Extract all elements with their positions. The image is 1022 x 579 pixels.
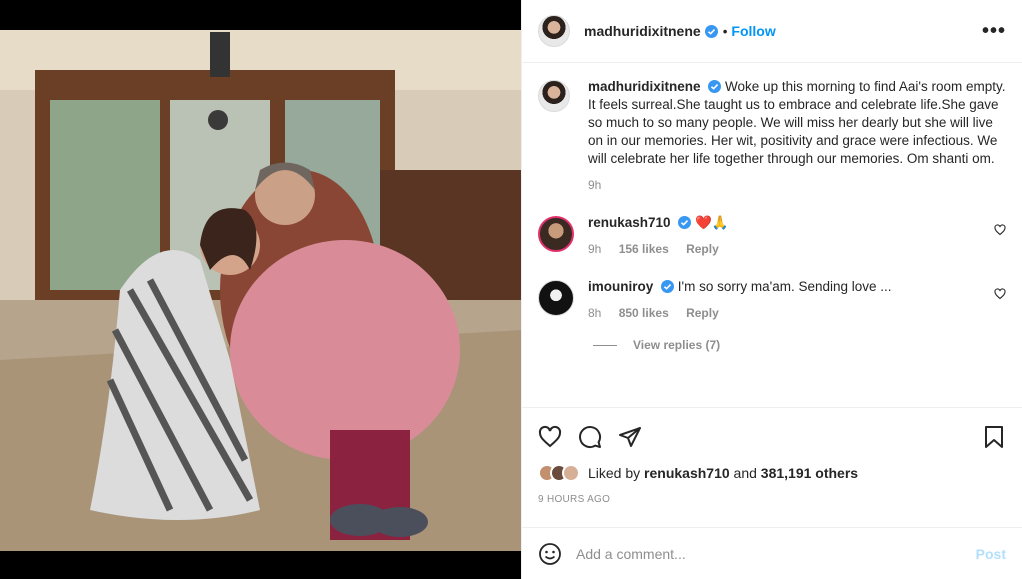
- comment-username[interactable]: renukash710: [588, 215, 671, 230]
- comment-text: I'm so sorry ma'am. Sending love ...: [677, 279, 892, 294]
- comment-input[interactable]: [576, 545, 976, 562]
- comments-section[interactable]: madhuridixitnene Woke up this morning to…: [522, 64, 1022, 407]
- add-comment-bar: Post: [522, 527, 1022, 579]
- caption-avatar[interactable]: [538, 80, 570, 112]
- heart-icon[interactable]: [538, 425, 562, 449]
- reply-button[interactable]: Reply: [686, 242, 719, 256]
- caption-time[interactable]: 9h: [588, 178, 601, 192]
- liked-by-user[interactable]: renukash710: [644, 465, 730, 481]
- emoji-icon[interactable]: [538, 542, 562, 566]
- share-icon[interactable]: [618, 425, 642, 449]
- more-options-icon[interactable]: •••: [982, 20, 1006, 43]
- view-replies-label: View replies (7): [633, 338, 721, 352]
- liker-avatar: [562, 464, 580, 482]
- caption-username[interactable]: madhuridixitnene: [588, 79, 701, 94]
- comment-text: ❤️🙏: [695, 215, 729, 230]
- commenter-avatar[interactable]: [538, 216, 574, 252]
- verified-icon: [704, 24, 718, 38]
- liked-by-prefix: Liked by: [588, 465, 641, 481]
- comment-username[interactable]: imouniroy: [588, 279, 653, 294]
- commenter-avatar[interactable]: [538, 280, 574, 316]
- post-actions: Liked by renukash710 and 381,191 others …: [522, 407, 1022, 505]
- author-username[interactable]: madhuridixitnene: [584, 23, 701, 39]
- post-details-panel: madhuridixitnene • Follow ••• madhuridix…: [521, 0, 1022, 579]
- post-image: [0, 30, 521, 551]
- author-avatar[interactable]: [538, 15, 570, 47]
- post-timestamp[interactable]: 9 HOURS AGO: [538, 494, 1006, 505]
- verified-icon: [678, 216, 692, 229]
- comment-icon[interactable]: [578, 425, 602, 449]
- post-photo[interactable]: [0, 0, 521, 579]
- follow-button[interactable]: Follow: [731, 23, 775, 39]
- post-header: madhuridixitnene • Follow •••: [522, 0, 1022, 63]
- comment-likes[interactable]: 156 likes: [619, 242, 669, 256]
- comment-row: imouniroy I'm so sorry ma'am. Sending lo…: [538, 278, 1006, 322]
- caption-row: madhuridixitnene Woke up this morning to…: [538, 78, 1006, 194]
- separator-dot: •: [722, 23, 728, 39]
- bookmark-icon[interactable]: [982, 425, 1006, 449]
- reply-button[interactable]: Reply: [686, 306, 719, 320]
- likes-summary[interactable]: Liked by renukash710 and 381,191 others: [538, 464, 1006, 482]
- comment-heart-icon[interactable]: [994, 288, 1006, 300]
- comment-likes[interactable]: 850 likes: [619, 306, 669, 320]
- comment-time[interactable]: 9h: [588, 242, 601, 256]
- liked-by-others[interactable]: 381,191 others: [761, 465, 858, 481]
- comment-heart-icon[interactable]: [994, 224, 1006, 236]
- view-replies-button[interactable]: View replies (7): [593, 338, 1006, 352]
- view-replies-line: [593, 344, 617, 346]
- liked-by-and: and: [733, 465, 757, 481]
- verified-icon: [661, 280, 675, 293]
- comment-row: renukash710 ❤️🙏 9h 156 likes Reply: [538, 214, 1006, 258]
- post-comment-button[interactable]: Post: [976, 546, 1006, 562]
- comment-time[interactable]: 8h: [588, 306, 601, 320]
- verified-icon: [708, 80, 722, 93]
